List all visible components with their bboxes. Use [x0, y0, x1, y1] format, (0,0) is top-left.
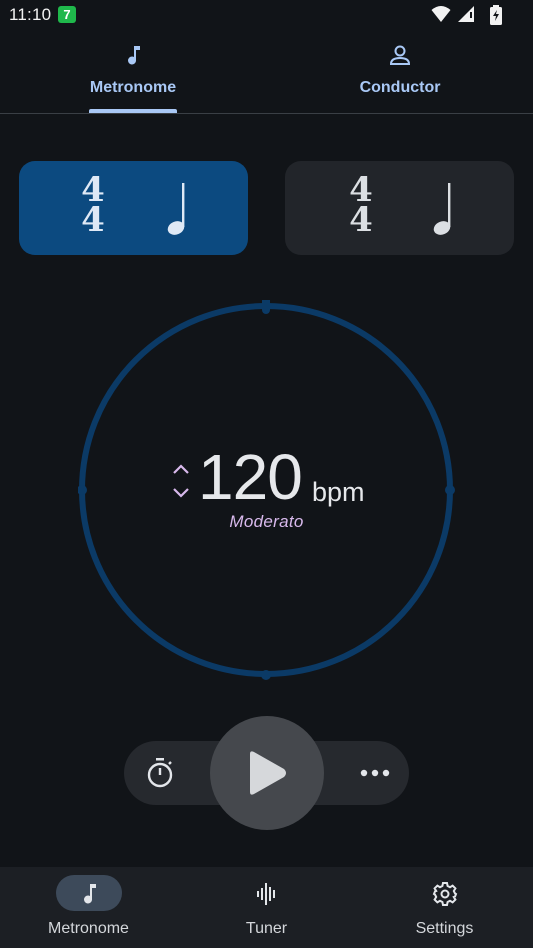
time-signature-denominator: 4 — [81, 200, 105, 240]
nav-item-tuner[interactable]: Tuner — [178, 867, 355, 948]
time-signature-fraction: 4 4 — [341, 173, 381, 240]
status-bar: 11:10 7 — [0, 0, 533, 30]
metronome-screen: 11:10 7 Metronome Conductor 4 4 4 4 120 … — [0, 0, 533, 948]
quarter-note-icon — [433, 183, 451, 235]
top-tab-bar: Metronome Conductor — [0, 30, 533, 114]
waveform-icon — [256, 883, 275, 905]
more-horizontal-icon[interactable] — [356, 759, 394, 787]
quarter-note-icon — [167, 183, 185, 235]
person-icon — [389, 45, 411, 65]
nav-item-settings[interactable]: Settings — [356, 867, 533, 948]
tempo-display: 120 bpm Moderato — [0, 443, 533, 543]
tempo-marking: Moderato — [229, 512, 304, 531]
battery-charging-icon — [490, 5, 502, 25]
chevron-down-icon — [173, 488, 189, 498]
tempo-value[interactable]: 120 — [198, 443, 303, 511]
tempo-unit: bpm — [312, 477, 365, 507]
play-icon — [250, 751, 286, 795]
nav-label-metronome: Metronome — [48, 920, 129, 937]
gear-icon — [432, 882, 457, 906]
nav-item-metronome[interactable]: Metronome — [0, 867, 177, 948]
music-note-icon — [83, 884, 96, 904]
time-signature-card-active[interactable]: 4 4 — [19, 161, 248, 255]
time-signature-denominator: 4 — [349, 200, 373, 240]
notification-badge: 7 — [58, 6, 76, 23]
tab-conductor-label: Conductor — [359, 79, 441, 96]
time-signature-card[interactable]: 4 4 — [285, 161, 514, 255]
nav-label-settings: Settings — [415, 920, 474, 937]
tab-conductor[interactable]: Conductor — [267, 30, 533, 114]
tab-indicator — [89, 109, 177, 113]
bottom-navigation: Metronome Tuner Settings — [0, 867, 533, 948]
play-button[interactable] — [210, 716, 324, 830]
wifi-icon — [431, 6, 451, 22]
time-signature-fraction: 4 4 — [73, 173, 113, 240]
chevron-up-icon — [173, 464, 189, 474]
stopwatch-icon[interactable] — [142, 755, 178, 791]
dial-handle[interactable] — [262, 300, 270, 314]
music-note-icon — [128, 46, 140, 65]
tab-metronome-label: Metronome — [89, 79, 177, 96]
tempo-adjust-arrows[interactable] — [170, 453, 192, 503]
signal-icon — [458, 6, 474, 22]
status-time: 11:10 — [9, 5, 52, 24]
nav-label-tuner: Tuner — [245, 920, 288, 937]
tab-metronome[interactable]: Metronome — [0, 30, 266, 114]
